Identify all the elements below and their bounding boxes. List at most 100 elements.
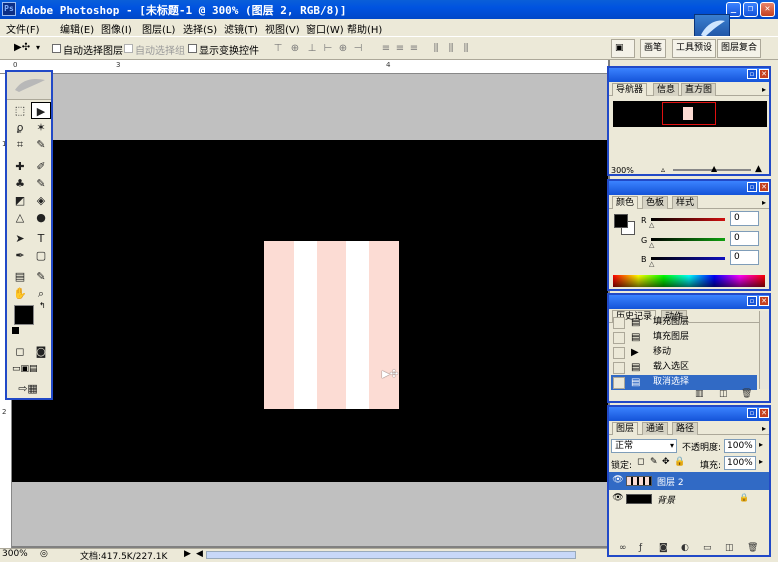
standard-mode-icon[interactable]: ◻ — [10, 343, 30, 360]
menu-filter[interactable]: 滤镜(T) — [224, 21, 258, 36]
lasso-tool-icon[interactable]: ϼ — [10, 119, 30, 136]
adjustment-layer-icon[interactable]: ◐ — [681, 543, 689, 553]
history-item[interactable]: ▤ 填充图层 — [611, 315, 757, 330]
green-slider-thumb-icon[interactable]: △ — [649, 241, 654, 249]
distribute-bottom-icon[interactable]: ≡ — [408, 43, 420, 55]
red-value-input[interactable]: 0 — [730, 211, 759, 226]
add-mask-icon[interactable]: ◙ — [659, 543, 668, 553]
jump-to-imageready-icon[interactable]: ⇨▦ — [13, 380, 43, 397]
visibility-eye-icon[interactable]: 👁 — [612, 475, 624, 485]
panel-minimize-icon[interactable]: ▫ — [747, 69, 757, 79]
default-colors-icon[interactable] — [12, 327, 19, 334]
opacity-arrow-icon[interactable]: ▸ — [759, 440, 763, 449]
notes-tool-icon[interactable]: ▤ — [10, 268, 30, 285]
eraser-tool-icon[interactable]: ◩ — [10, 192, 30, 209]
slice-tool-icon[interactable]: ✎ — [31, 136, 51, 153]
panel-menu-icon[interactable]: ▸ — [762, 85, 766, 94]
blue-slider-thumb-icon[interactable]: △ — [649, 260, 654, 268]
panel-minimize-icon[interactable]: ▫ — [747, 182, 757, 192]
well-tab-brushes[interactable]: 画笔 — [640, 39, 667, 58]
lock-position-icon[interactable]: ✥ — [662, 457, 670, 467]
delete-layer-icon[interactable]: 🗑 — [747, 543, 758, 553]
panel-titlebar[interactable]: ▫ ✕ — [609, 295, 769, 309]
blend-mode-select[interactable]: 正常 ▾ — [611, 439, 677, 453]
new-layer-icon[interactable]: ◫ — [725, 543, 734, 553]
panel-close-icon[interactable]: ✕ — [759, 296, 769, 306]
panel-close-icon[interactable]: ✕ — [759, 69, 769, 79]
menu-window[interactable]: 窗口(W) — [306, 21, 344, 36]
lock-transparency-icon[interactable]: ◻ — [637, 457, 644, 467]
opacity-input[interactable]: 100% — [724, 439, 756, 453]
tab-paths[interactable]: 路径 — [672, 422, 699, 435]
tab-styles[interactable]: 样式 — [672, 196, 699, 209]
menu-layer[interactable]: 图层(L) — [142, 21, 175, 36]
palette-well-icon[interactable]: ▣ — [611, 39, 635, 58]
fill-arrow-icon[interactable]: ▸ — [759, 457, 763, 466]
scroll-left-icon[interactable]: ◀ — [196, 549, 203, 559]
distribute-left-icon[interactable]: ⫼ — [430, 43, 442, 55]
history-source-box[interactable] — [613, 332, 625, 344]
history-scrollbar[interactable] — [759, 311, 769, 389]
layer-row[interactable]: 👁 图层 2 — [609, 472, 769, 490]
magic-wand-tool-icon[interactable]: ✶ — [31, 119, 51, 136]
menu-help[interactable]: 帮助(H) — [347, 21, 382, 36]
crop-tool-icon[interactable]: ⌗ — [10, 136, 30, 153]
preset-dropdown-icon[interactable]: ▾ — [36, 43, 40, 52]
panel-minimize-icon[interactable]: ▫ — [747, 408, 757, 418]
green-value-input[interactable]: 0 — [730, 231, 759, 246]
history-source-box[interactable] — [613, 317, 625, 329]
align-bottom-icon[interactable]: ⊥ — [306, 43, 318, 55]
panel-titlebar[interactable]: ▫ ✕ — [609, 407, 769, 421]
history-source-box[interactable] — [613, 347, 625, 359]
navigator-preview[interactable] — [613, 101, 767, 127]
color-spectrum-ramp[interactable] — [613, 275, 765, 287]
tab-color[interactable]: 颜色 — [612, 196, 639, 209]
move-tool-icon[interactable]: ▶ — [31, 102, 51, 119]
tab-swatches[interactable]: 色板 — [642, 196, 669, 209]
distribute-vcenter-icon[interactable]: ≡ — [394, 43, 406, 55]
maximize-button[interactable]: ❐ — [743, 2, 758, 17]
paint-bucket-tool-icon[interactable]: ◈ — [31, 192, 51, 209]
show-transform-checkbox[interactable] — [188, 44, 197, 53]
menu-file[interactable]: 文件(F) — [6, 21, 40, 36]
layer-style-icon[interactable]: ƒ — [639, 543, 642, 553]
align-left-icon[interactable]: ⊢ — [322, 43, 334, 55]
visibility-eye-icon[interactable]: 👁 — [612, 493, 624, 503]
history-item[interactable]: ▶ 移动 — [611, 345, 757, 360]
zoom-out-icon[interactable]: ▵ — [661, 165, 665, 174]
layer-row[interactable]: 👁 背景 🔒 — [609, 490, 769, 508]
new-document-from-state-icon[interactable]: ▥ — [695, 389, 704, 399]
delete-state-icon[interactable]: 🗑 — [741, 389, 752, 399]
tab-navigator[interactable]: 导航器 — [612, 83, 648, 96]
blue-slider[interactable] — [651, 257, 725, 260]
align-hcenter-icon[interactable]: ⊕ — [337, 43, 349, 55]
distribute-hcenter-icon[interactable]: ⫼ — [445, 43, 457, 55]
horizontal-ruler[interactable]: 0 3 4 — [0, 60, 608, 74]
hand-tool-icon[interactable]: ✋ — [10, 285, 30, 302]
layer-name[interactable]: 图层 2 — [657, 475, 684, 488]
navigator-zoom[interactable]: 300% — [611, 166, 634, 175]
zoom-slider-thumb-icon[interactable]: ▲ — [711, 164, 717, 173]
zoom-in-icon[interactable]: ▲ — [755, 164, 762, 174]
zoom-tool-icon[interactable]: ⌕ — [31, 285, 51, 302]
lock-image-icon[interactable]: ✎ — [650, 457, 658, 467]
status-menu-arrow-icon[interactable]: ▶ — [184, 549, 191, 559]
close-button[interactable]: ✕ — [760, 2, 775, 17]
well-tab-layer-comps[interactable]: 图层复合 — [717, 39, 762, 58]
screen-mode-icons[interactable]: ▭▣▤ — [12, 364, 38, 374]
foreground-color-swatch[interactable] — [14, 305, 34, 325]
dodge-tool-icon[interactable]: ● — [31, 209, 51, 226]
snapshot-icon[interactable]: ◫ — [719, 389, 728, 399]
well-tab-tool-presets[interactable]: 工具预设 — [672, 39, 717, 58]
blur-tool-icon[interactable]: △ — [10, 209, 30, 226]
green-slider[interactable] — [651, 238, 725, 241]
horizontal-scrollbar[interactable] — [206, 551, 576, 559]
fg-color-swatch[interactable] — [614, 214, 628, 228]
panel-close-icon[interactable]: ✕ — [759, 408, 769, 418]
tab-info[interactable]: 信息 — [653, 83, 680, 96]
history-brush-tool-icon[interactable]: ✎ — [31, 175, 51, 192]
clone-stamp-tool-icon[interactable]: ♣ — [10, 175, 30, 192]
shape-tool-icon[interactable]: ▢ — [31, 247, 51, 264]
tab-channels[interactable]: 通道 — [642, 422, 669, 435]
history-source-box[interactable] — [613, 362, 625, 374]
